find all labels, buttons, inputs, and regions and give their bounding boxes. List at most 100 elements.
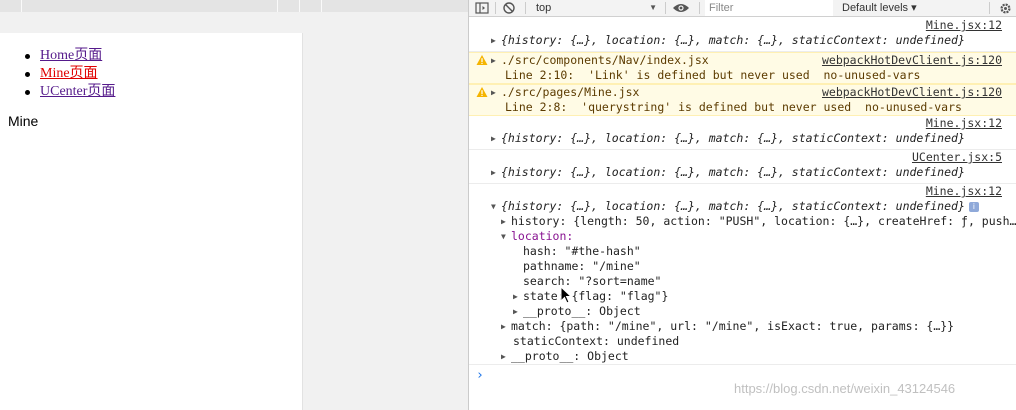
- collapse-arrow-icon[interactable]: ▼: [501, 229, 511, 244]
- log-object-preview[interactable]: {history: {…}, location: {…}, match: {…}…: [501, 131, 965, 145]
- page-content-text: Mine: [8, 113, 39, 129]
- clear-console-icon[interactable]: [502, 0, 518, 16]
- tree-row-location-proto[interactable]: ▶ __proto__: Object: [469, 304, 1016, 319]
- tree-location-proto: __proto__: Object: [523, 304, 641, 318]
- tree-row-pathname: pathname: "/mine": [469, 259, 1016, 274]
- warning-detail-line: Line 2:8: 'querystring' is defined but n…: [469, 100, 1016, 115]
- expand-arrow-icon[interactable]: ▶: [491, 53, 501, 68]
- nav-item-ucenter: UCenter页面: [22, 83, 115, 101]
- source-link[interactable]: Mine.jsx:12: [926, 116, 1002, 131]
- source-link[interactable]: Mine.jsx:12: [926, 18, 1002, 33]
- console-log-entry: UCenter.jsx:5 ▶ {history: {…}, location: …: [469, 150, 1016, 184]
- expand-arrow-icon[interactable]: ▶: [501, 214, 511, 229]
- show-sidebar-icon[interactable]: [475, 0, 491, 16]
- expand-arrow-icon[interactable]: ▶: [491, 131, 501, 146]
- nav-list: Home页面 Mine页面 UCenter页面: [22, 47, 115, 101]
- toolbar-separator: [699, 2, 700, 14]
- log-object-preview[interactable]: {history: {…}, location: {…}, match: {…}…: [501, 33, 965, 47]
- tree-row-proto[interactable]: ▶ __proto__: Object: [469, 349, 1016, 364]
- tree-hash: hash: "#the-hash": [523, 244, 641, 258]
- expand-arrow-icon[interactable]: ▶: [491, 85, 501, 100]
- nav-item-mine: Mine页面: [22, 65, 115, 83]
- tree-row-state[interactable]: ▶ state: {flag: "flag"}: [469, 289, 1016, 304]
- filter-input[interactable]: [705, 0, 833, 16]
- warning-file-line: ▶ ./src/components/Nav/index.jsx webpackHo…: [469, 53, 1016, 68]
- console-log-entry: Mine.jsx:12 ▶ {history: {…}, location: {……: [469, 116, 1016, 150]
- bullet-icon: [25, 90, 30, 95]
- console-log-entry-expanded: Mine.jsx:12 ▼ {history: {…}, location: {……: [469, 184, 1016, 365]
- tree-row-hash: hash: "#the-hash": [469, 244, 1016, 259]
- source-link[interactable]: webpackHotDevClient.js:120: [822, 85, 1002, 100]
- toolbar-separator: [989, 2, 990, 14]
- console-warning-entry: ▶ ./src/components/Nav/index.jsx webpackHo…: [469, 52, 1016, 84]
- source-link[interactable]: UCenter.jsx:5: [912, 150, 1002, 165]
- entry-source-line: Mine.jsx:12: [469, 116, 1016, 131]
- console-prompt[interactable]: ›: [476, 368, 484, 383]
- live-expression-eye-icon[interactable]: [672, 0, 694, 16]
- expand-arrow-icon[interactable]: ▶: [513, 289, 523, 304]
- dropdown-arrow-icon: ▼: [649, 3, 657, 12]
- expand-arrow-icon[interactable]: ▶: [501, 349, 511, 364]
- tree-pathname: pathname: "/mine": [523, 259, 641, 273]
- nav-link-home[interactable]: Home页面: [40, 48, 102, 63]
- bullet-icon: [25, 72, 30, 77]
- tree-state: state: {flag: "flag"}: [523, 289, 669, 303]
- warning-detail: Line 2:8: 'querystring' is defined but n…: [505, 100, 962, 114]
- console-log-entry: Mine.jsx:12 ▶ {history: {…}, location: {……: [469, 18, 1016, 52]
- browser-viewport: Home页面 Mine页面 UCenter页面 Mine: [0, 0, 468, 410]
- log-levels-select[interactable]: Default levels ▾: [837, 0, 933, 16]
- entry-source-line: Mine.jsx:12: [469, 18, 1016, 33]
- devtools-panel: top ▼ Default levels ▾ Mine.jsx:12 ▶{his…: [468, 0, 1016, 410]
- tab-segment[interactable]: [22, 0, 278, 12]
- tab-segment[interactable]: [0, 0, 22, 12]
- tree-location-label: location:: [511, 229, 574, 243]
- toolbar-separator: [495, 2, 496, 14]
- warning-file: ./src/pages/Mine.jsx: [501, 85, 640, 99]
- tree-row-location[interactable]: ▼ location:: [469, 229, 1016, 244]
- warning-file-line: ▶ ./src/pages/Mine.jsx webpackHotDevClient…: [469, 85, 1016, 100]
- tab-segment[interactable]: [278, 0, 300, 12]
- tree-row-static-context: staticContext: undefined: [469, 334, 1016, 349]
- toolbar-separator: [665, 2, 666, 14]
- tree-static-context: staticContext: undefined: [513, 334, 680, 348]
- source-link[interactable]: Mine.jsx:12: [926, 184, 1002, 199]
- warning-detail: Line 2:10: 'Link' is defined but never u…: [505, 68, 921, 82]
- nav-item-home: Home页面: [22, 47, 115, 65]
- console-messages: Mine.jsx:12 ▶ {history: {…}, location: {……: [469, 18, 1016, 365]
- tree-match: match: {path: "/mine", url: "/mine", isE…: [511, 319, 955, 333]
- expand-arrow-icon[interactable]: ▶: [501, 319, 511, 334]
- context-select-value: top: [536, 2, 552, 14]
- entry-body-line[interactable]: ▶ {history: {…}, location: {…}, match: {……: [469, 131, 1016, 146]
- tree-row-search: search: "?sort=name": [469, 274, 1016, 289]
- console-toolbar: top ▼ Default levels ▾: [469, 0, 1016, 17]
- context-select[interactable]: top ▼: [531, 0, 661, 16]
- log-object-preview[interactable]: {history: {…}, location: {…}, match: {…}…: [501, 199, 965, 213]
- warning-file: ./src/components/Nav/index.jsx: [501, 53, 709, 67]
- tree-row-history[interactable]: ▶ history: {length: 50, action: "PUSH", l…: [469, 214, 1016, 229]
- tab-segment[interactable]: [300, 0, 322, 12]
- nav-link-ucenter[interactable]: UCenter页面: [40, 84, 115, 99]
- nav-link-mine[interactable]: Mine页面: [40, 66, 98, 81]
- tree-row-match[interactable]: ▶ match: {path: "/mine", url: "/mine", is…: [469, 319, 1016, 334]
- expand-arrow-icon[interactable]: ▶: [491, 33, 501, 48]
- log-object-preview[interactable]: {history: {…}, location: {…}, match: {…}…: [501, 165, 965, 179]
- tab-strip: [0, 0, 468, 12]
- collapse-arrow-icon[interactable]: ▼: [491, 199, 501, 214]
- mouse-cursor-icon: [560, 286, 573, 304]
- watermark: https://blog.csdn.net/weixin_43124546: [734, 381, 956, 396]
- entry-source-line: UCenter.jsx:5: [469, 150, 1016, 165]
- bullet-icon: [25, 54, 30, 59]
- console-warning-entry: ▶ ./src/pages/Mine.jsx webpackHotDevClient…: [469, 84, 1016, 116]
- gear-icon[interactable]: [997, 0, 1013, 16]
- entry-body-line[interactable]: ▶ {history: {…}, location: {…}, match: {……: [469, 165, 1016, 180]
- info-icon[interactable]: i: [968, 202, 979, 212]
- tree-proto: __proto__: Object: [511, 349, 629, 363]
- app-page: Home页面 Mine页面 UCenter页面 Mine: [0, 33, 303, 410]
- toolbar-separator: [525, 2, 526, 14]
- entry-source-line: Mine.jsx:12: [469, 184, 1016, 199]
- entry-body-line[interactable]: ▶ {history: {…}, location: {…}, match: {……: [469, 33, 1016, 48]
- entry-body-line[interactable]: ▼ {history: {…}, location: {…}, match: {……: [469, 199, 1016, 214]
- expand-arrow-icon[interactable]: ▶: [513, 304, 523, 319]
- source-link[interactable]: webpackHotDevClient.js:120: [822, 53, 1002, 68]
- expand-arrow-icon[interactable]: ▶: [491, 165, 501, 180]
